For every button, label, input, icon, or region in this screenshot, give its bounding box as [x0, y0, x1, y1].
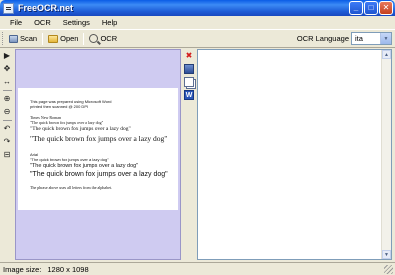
- rotate-left-icon[interactable]: ↶: [2, 124, 12, 134]
- tool-separator: [2, 120, 12, 121]
- scroll-down-button[interactable]: ▼: [382, 250, 391, 259]
- ocr-button[interactable]: OCR: [85, 31, 121, 46]
- image-size-label: Image size:: [3, 264, 42, 274]
- maximize-button[interactable]: □: [364, 1, 378, 15]
- ocr-language-value: ita: [355, 34, 363, 43]
- menu-ocr[interactable]: OCR: [28, 18, 57, 27]
- chevron-down-icon[interactable]: ▼: [380, 33, 391, 44]
- window-controls: _ □ ✕: [349, 1, 393, 15]
- menu-file[interactable]: File: [4, 18, 28, 27]
- ocr-text-output[interactable]: ▲ ▼: [197, 49, 392, 260]
- tool-separator: [2, 90, 12, 91]
- magnifier-icon: [89, 34, 99, 43]
- scanned-page: This page was prepared using Microsoft W…: [18, 88, 178, 210]
- word-export-icon[interactable]: W: [184, 90, 194, 100]
- status-bar: Image size: 1280 x 1098: [0, 262, 395, 275]
- document-line: "The quick brown fox jumps over a lazy d…: [30, 126, 131, 132]
- save-icon[interactable]: [184, 64, 194, 74]
- document-line: printed then scanned @ 200 DPI: [30, 104, 89, 109]
- ocr-label: OCR: [100, 34, 118, 43]
- fit-width-icon[interactable]: ↔: [2, 77, 12, 87]
- document-line: The phrase above uses all letters from t…: [30, 185, 113, 190]
- image-tools: ▶ ✥ ↔ ⊕ ⊖ ↶ ↷ ⊟: [0, 49, 14, 260]
- vertical-scrollbar[interactable]: ▲ ▼: [381, 50, 391, 259]
- rotate-right-icon[interactable]: ↷: [2, 137, 12, 147]
- zoom-out-icon[interactable]: ⊖: [2, 107, 12, 117]
- move-icon[interactable]: ✥: [2, 64, 12, 74]
- document-line: "The quick brown fox jumps over a lazy d…: [30, 171, 168, 178]
- scan-label: Scan: [20, 34, 38, 43]
- folder-icon: [48, 34, 59, 43]
- scanner-icon: [9, 34, 18, 43]
- close-button[interactable]: ✕: [379, 1, 393, 15]
- copy-icon[interactable]: [184, 77, 194, 87]
- scan-button[interactable]: Scan: [5, 31, 41, 46]
- pointer-icon[interactable]: ▶: [2, 51, 12, 61]
- image-size-value: 1280 x 1098: [47, 264, 89, 274]
- document-line: "The quick brown fox jumps over a lazy d…: [30, 120, 104, 125]
- title-bar: FreeOCR.net _ □ ✕: [0, 0, 395, 16]
- toolbar: Scan Open OCR OCR Language ita ▼: [0, 29, 395, 48]
- open-button[interactable]: Open: [44, 31, 82, 46]
- clear-text-icon[interactable]: ✖: [184, 51, 194, 61]
- window-title: FreeOCR.net: [18, 3, 74, 13]
- document-line: "The quick brown fox jumps over a lazy d…: [30, 134, 168, 143]
- minimize-button[interactable]: _: [349, 1, 363, 15]
- document-line: "The quick brown fox jumps over a lazy d…: [30, 157, 109, 162]
- document-line: "The quick brown fox jumps over a lazy d…: [30, 163, 139, 169]
- menu-help[interactable]: Help: [96, 18, 123, 27]
- ocr-language-select[interactable]: ita ▼: [351, 32, 392, 45]
- image-viewer[interactable]: This page was prepared using Microsoft W…: [15, 49, 181, 260]
- scroll-up-button[interactable]: ▲: [382, 50, 391, 59]
- toolbar-separator: [83, 32, 85, 45]
- resize-grip[interactable]: [384, 265, 393, 274]
- ocr-language-label: OCR Language: [296, 34, 349, 43]
- menu-settings[interactable]: Settings: [57, 18, 96, 27]
- zoom-in-icon[interactable]: ⊕: [2, 94, 12, 104]
- select-region-icon[interactable]: ⊟: [2, 150, 12, 160]
- text-tools: ✖ W: [182, 49, 196, 260]
- open-label: Open: [60, 34, 79, 43]
- app-icon: [3, 2, 14, 14]
- toolbar-separator: [42, 32, 44, 45]
- menu-bar: File OCR Settings Help: [0, 16, 395, 28]
